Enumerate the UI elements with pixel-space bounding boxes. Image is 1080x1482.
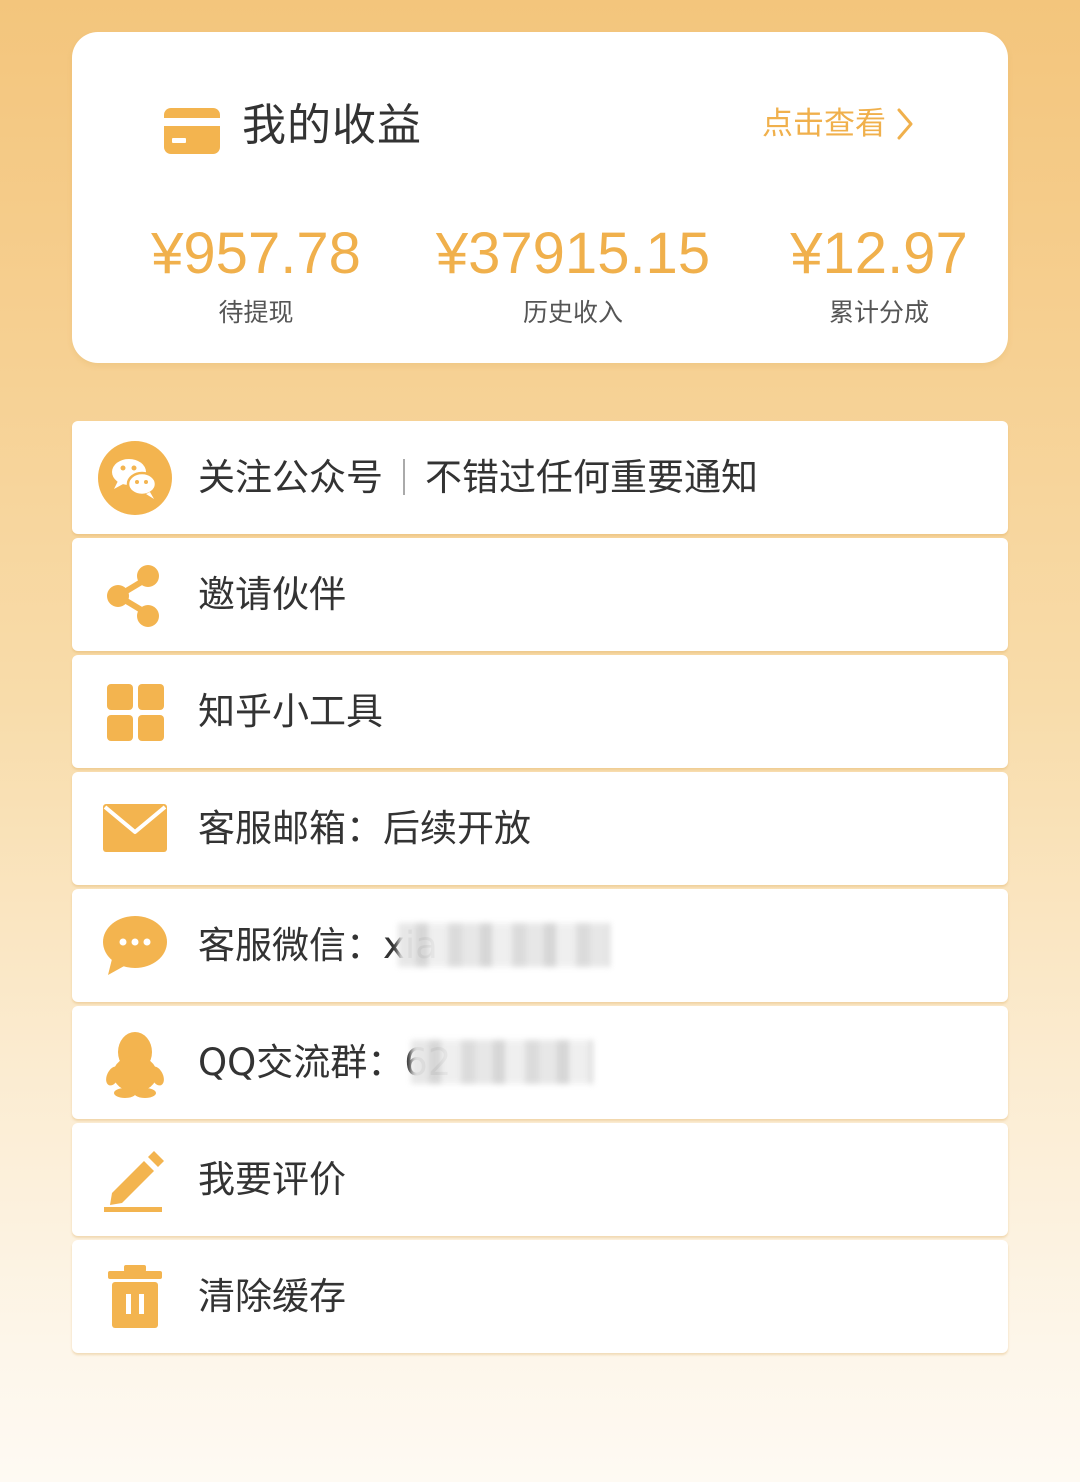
divider <box>403 458 405 495</box>
redacted-region <box>411 1039 594 1084</box>
menu-item-review[interactable]: 我要评价 <box>72 1123 1008 1236</box>
menu-item-label: 客服邮箱：后续开放 <box>198 807 531 850</box>
stat-amount: ¥37915.15 <box>435 221 711 286</box>
stat-amount: ¥957.78 <box>151 221 361 286</box>
menu-item-follow-official-account[interactable]: 关注公众号 不错过任何重要通知 <box>72 421 1008 534</box>
menu-item-service-email[interactable]: 客服邮箱：后续开放 <box>72 772 1008 885</box>
wallet-card-icon <box>164 108 220 154</box>
view-earnings-label: 点击查看 <box>762 106 886 142</box>
chevron-right-icon <box>897 108 913 140</box>
menu-item-label: 我要评价 <box>198 1158 346 1201</box>
menu-item-label: QQ交流群：62 <box>198 1006 594 1119</box>
trash-icon <box>98 1260 172 1334</box>
menu-item-service-wechat[interactable]: 客服微信：xia <box>72 889 1008 1002</box>
stat-label: 待提现 <box>218 298 294 327</box>
share-icon <box>98 558 172 632</box>
stat-amount: ¥12.97 <box>790 221 968 286</box>
menu-item-label: 知乎小工具 <box>198 690 383 733</box>
menu-item-label: 关注公众号 不错过任何重要通知 <box>198 421 758 534</box>
stat-label: 累计分成 <box>828 298 929 327</box>
qq-penguin-icon <box>98 1026 172 1100</box>
menu-item-label: 客服微信：xia <box>198 889 610 1002</box>
view-earnings-link[interactable]: 点击查看 <box>762 102 914 146</box>
edit-icon <box>98 1143 172 1217</box>
wechat-icon <box>98 441 172 515</box>
follow-main-text: 关注公众号 <box>198 456 383 499</box>
stat-pending-withdrawal: ¥957.78 待提现 <box>140 220 372 328</box>
menu-item-qq-group[interactable]: QQ交流群：62 <box>72 1006 1008 1119</box>
grid-icon <box>98 675 172 749</box>
earnings-title: 我的收益 <box>242 100 422 151</box>
menu-item-clear-cache[interactable]: 清除缓存 <box>72 1240 1008 1353</box>
menu-item-zhihu-tools[interactable]: 知乎小工具 <box>72 655 1008 768</box>
stat-history-income: ¥37915.15 历史收入 <box>420 220 726 328</box>
follow-sub-text: 不错过任何重要通知 <box>425 456 758 499</box>
redacted-region <box>397 922 610 967</box>
chat-bubble-icon <box>98 909 172 983</box>
menu-item-label: 清除缓存 <box>198 1275 346 1318</box>
stat-total-commission: ¥12.97 累计分成 <box>774 220 984 328</box>
menu-item-invite-partner[interactable]: 邀请伙伴 <box>72 538 1008 651</box>
stat-label: 历史收入 <box>522 298 623 327</box>
mail-icon <box>98 792 172 866</box>
earnings-card: 我的收益 点击查看 ¥957.78 待提现 ¥37915.15 历史收入 ¥12… <box>72 32 1008 363</box>
menu-item-label: 邀请伙伴 <box>198 573 346 616</box>
